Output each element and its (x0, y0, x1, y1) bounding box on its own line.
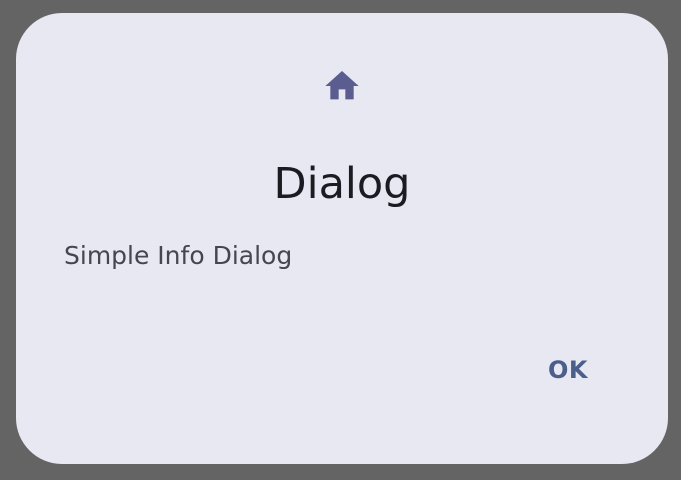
ok-button[interactable]: OK (534, 347, 602, 393)
dialog-title: Dialog (273, 159, 411, 209)
home-icon (322, 66, 362, 106)
info-dialog: Dialog Simple Info Dialog OK (16, 13, 668, 464)
dialog-message: Simple Info Dialog (64, 241, 293, 270)
